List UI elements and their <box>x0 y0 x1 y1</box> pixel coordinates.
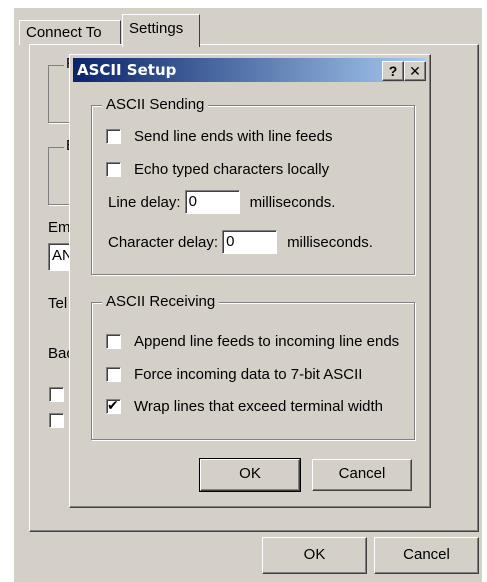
char-delay-row: Character delay: 0 milliseconds. <box>108 230 373 254</box>
wrap-lines-checkbox[interactable]: ✔ <box>106 396 121 414</box>
checkmark-icon: ✔ <box>107 396 119 413</box>
char-delay-label: Character delay: <box>108 233 219 251</box>
ascii-setup-dialog: ASCII Setup ? ✕ ASCII Sending Send line … <box>69 54 431 508</box>
dialog-title: ASCII Setup <box>77 61 177 79</box>
line-delay-label: Line delay: <box>108 193 181 211</box>
send-line-feeds-checkbox[interactable] <box>106 128 121 144</box>
line-delay-row: Line delay: 0 milliseconds. <box>108 190 335 214</box>
tab-connect-to[interactable]: Connect To <box>19 20 121 45</box>
line-delay-input[interactable]: 0 <box>184 190 240 214</box>
close-icon: ✕ <box>409 63 421 79</box>
append-line-feeds-checkbox[interactable] <box>106 333 121 349</box>
properties-cancel-button[interactable]: Cancel <box>374 537 479 574</box>
cancel-button[interactable]: Cancel <box>312 459 412 491</box>
line-delay-unit: milliseconds. <box>249 193 336 211</box>
ascii-receiving-group: ASCII Receiving Append line feeds to inc… <box>91 293 415 440</box>
echo-typed-checkbox[interactable] <box>106 161 121 177</box>
bg-checkbox-2[interactable] <box>49 413 64 428</box>
char-delay-input[interactable]: 0 <box>222 230 278 254</box>
bg-checkbox-1[interactable] <box>49 387 64 402</box>
ascii-sending-group: ASCII Sending Send line ends with line f… <box>91 96 415 275</box>
title-bar[interactable]: ASCII Setup ? ✕ <box>73 58 426 82</box>
telnet-id-label: Tel <box>48 295 68 312</box>
send-line-feeds-label: Send line ends with line feeds <box>134 127 333 145</box>
help-button[interactable]: ? <box>382 61 404 81</box>
echo-typed-option[interactable]: Echo typed characters locally <box>106 159 329 179</box>
ascii-receiving-legend: ASCII Receiving <box>102 293 220 310</box>
wrap-lines-option[interactable]: ✔ Wrap lines that exceed terminal width <box>106 396 383 416</box>
properties-ok-button[interactable]: OK <box>262 537 367 574</box>
append-line-feeds-option[interactable]: Append line feeds to incoming line ends <box>106 331 399 351</box>
force-7bit-option[interactable]: Force incoming data to 7-bit ASCII <box>106 364 362 384</box>
help-icon: ? <box>388 63 398 79</box>
char-delay-unit: milliseconds. <box>287 233 373 251</box>
emulation-label: Em <box>48 219 71 236</box>
append-line-feeds-label: Append line feeds to incoming line ends <box>134 332 400 350</box>
wrap-lines-label: Wrap lines that exceed terminal width <box>134 397 384 415</box>
echo-typed-label: Echo typed characters locally <box>134 160 330 178</box>
force-7bit-label: Force incoming data to 7-bit ASCII <box>134 365 363 383</box>
force-7bit-checkbox[interactable] <box>106 366 121 382</box>
send-line-feeds-option[interactable]: Send line ends with line feeds <box>106 126 332 146</box>
ascii-sending-legend: ASCII Sending <box>102 96 209 113</box>
ok-button[interactable]: OK <box>199 458 301 492</box>
tab-settings[interactable]: Settings <box>122 14 200 47</box>
close-button[interactable]: ✕ <box>404 61 426 81</box>
